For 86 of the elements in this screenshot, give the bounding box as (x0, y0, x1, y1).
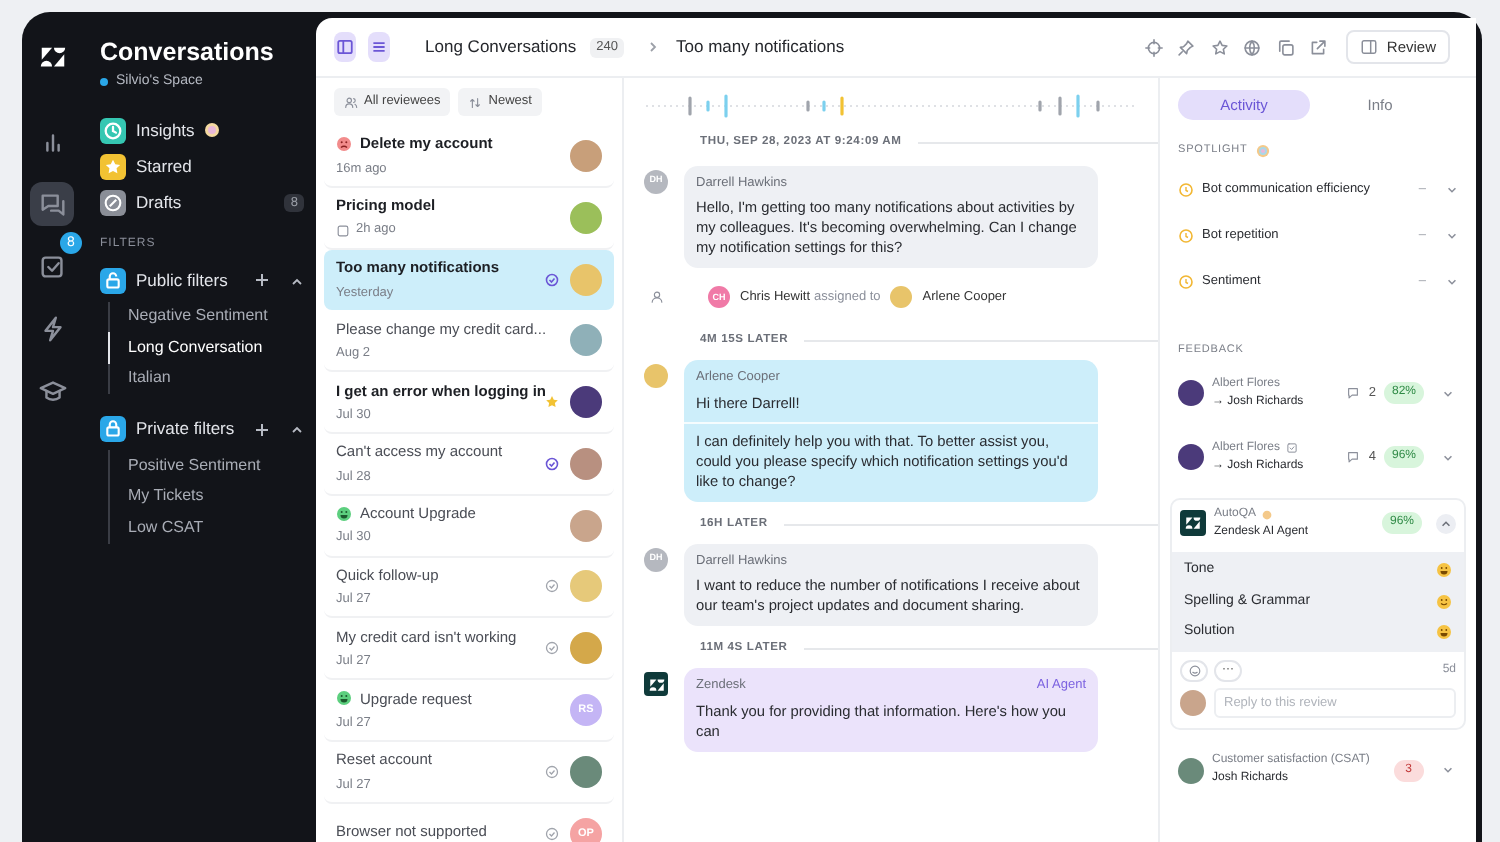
rail-button[interactable] (30, 182, 74, 226)
reviewed-check-icon (544, 271, 560, 288)
emoji-face-icon (1436, 562, 1452, 579)
nav-item[interactable]: Starred (136, 153, 192, 179)
avatar-photo (570, 324, 602, 357)
rainbow-circle-icon (1255, 143, 1270, 158)
nav-item[interactable]: Drafts (136, 189, 182, 215)
check-circle-icon (544, 640, 560, 657)
chevron-down-icon (1442, 387, 1454, 399)
comment-icon (1346, 450, 1361, 464)
comment-icon (1346, 386, 1361, 400)
person-icon (650, 290, 664, 305)
plus-icon (254, 421, 270, 437)
padlock-icon (100, 416, 126, 442)
chevron-up-icon (1440, 517, 1452, 529)
menu-icon (369, 38, 388, 56)
avatar-photo (570, 139, 602, 172)
filter-item[interactable]: Positive Sentiment (108, 450, 304, 481)
unlocked-padlock-icon (100, 267, 126, 293)
emoji-face-icon (1436, 593, 1452, 610)
star-icon (544, 394, 560, 411)
nav-item[interactable]: Insights (136, 117, 195, 143)
filter-item[interactable]: Italian (108, 363, 304, 394)
filter-group-title[interactable]: Private filters (136, 416, 244, 442)
crosshair-icon (1143, 37, 1164, 57)
external-link-icon (1308, 37, 1329, 57)
emoji-face-icon (1436, 624, 1452, 641)
square-icon (336, 223, 350, 238)
status-dot-icon (100, 78, 108, 87)
avatar-photo (1178, 380, 1204, 406)
filter-item[interactable]: Long Conversation (108, 332, 304, 363)
filter-item[interactable]: Low CSAT (108, 512, 304, 543)
check-circle-icon (544, 763, 560, 780)
clock-icon (1178, 181, 1194, 198)
check-circle-icon (544, 578, 560, 595)
avatar-photo (570, 755, 602, 788)
avatar-photo (570, 447, 602, 480)
happy-face-icon (336, 505, 352, 522)
sort-arrows-icon (468, 95, 483, 109)
menu-button[interactable] (367, 32, 390, 62)
sad-face-icon (336, 136, 352, 153)
smiley-icon (1187, 664, 1201, 678)
list-title: Long Conversations (425, 34, 577, 60)
sidebar-panel-icon (335, 38, 354, 56)
filter-item[interactable]: My Tickets (108, 481, 304, 512)
check-circle-icon (544, 825, 560, 842)
avatar-photo (1178, 757, 1204, 783)
emoji-button[interactable] (1180, 660, 1208, 682)
page-title: Conversations (100, 36, 276, 68)
chevron-down-icon (1446, 229, 1458, 242)
globe-icon (1242, 37, 1263, 57)
avatar-photo (1180, 690, 1206, 716)
reviewed-check-icon (544, 455, 560, 472)
avatar-photo (570, 570, 602, 603)
star-icon (100, 153, 126, 179)
avatar-photo (570, 201, 602, 234)
avatar-photo (570, 632, 602, 665)
chevron-down-icon (1446, 275, 1458, 288)
expand-button[interactable] (1436, 513, 1456, 533)
avatar-photo (1178, 444, 1204, 470)
avatar-photo (570, 386, 602, 419)
clock-icon (100, 117, 126, 143)
chevron-down-icon (1442, 451, 1454, 463)
plus-icon (254, 272, 270, 288)
people-icon (344, 95, 358, 109)
avatar-photo (890, 286, 913, 309)
avatar-photo (570, 509, 602, 542)
happy-face-icon (336, 690, 352, 707)
checkbox-icon (37, 251, 67, 281)
clock-icon (1178, 227, 1194, 244)
panel-toggle-button[interactable] (334, 32, 356, 62)
chat-bubbles-icon (37, 189, 67, 219)
chevron-down-icon (1446, 183, 1458, 196)
chevron-right-icon (646, 40, 660, 54)
graduation-cap-icon (37, 375, 67, 405)
clock-icon (1178, 273, 1194, 290)
filter-item[interactable]: Negative Sentiment (108, 301, 304, 332)
copy-icon (1275, 37, 1296, 57)
pin-icon (1176, 37, 1197, 57)
filter-group-title[interactable]: Public filters (136, 267, 244, 293)
avatar-photo (570, 263, 602, 296)
chevron-down-icon (1442, 764, 1454, 776)
conversation-title: Too many notifications (676, 34, 847, 60)
side-panel-icon (1360, 38, 1379, 56)
avatar-photo (644, 364, 668, 389)
star-icon (1209, 37, 1230, 57)
